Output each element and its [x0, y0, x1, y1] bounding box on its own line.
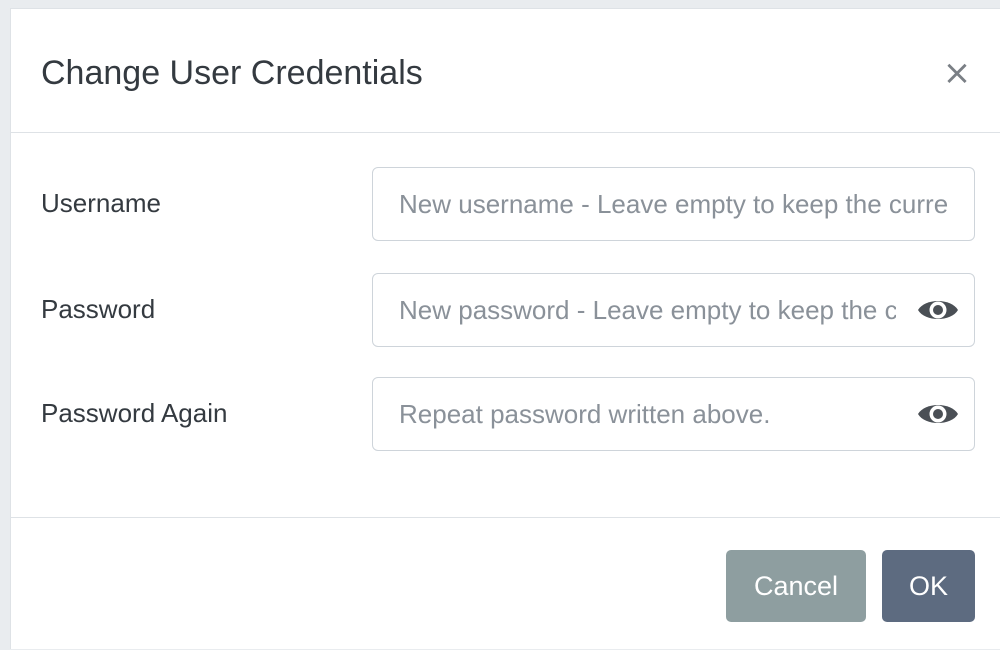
password-input[interactable] [373, 274, 974, 346]
password-again-label: Password Again [41, 398, 228, 428]
close-button[interactable]: × [942, 53, 972, 93]
dialog-footer: Cancel OK [11, 517, 1000, 650]
dialog-header: Change User Credentials × [11, 9, 1000, 133]
password-label: Password [41, 294, 156, 324]
username-label: Username [41, 188, 161, 218]
password-input-wrapper [372, 273, 975, 347]
password-again-row: Password Again [11, 377, 1000, 451]
password-again-input[interactable] [373, 378, 974, 450]
username-row: Username [11, 167, 1000, 241]
ok-button[interactable]: OK [882, 550, 975, 622]
show-password-again-toggle[interactable] [916, 396, 960, 432]
dialog-body: Username Password Password Again [11, 133, 1000, 517]
password-again-input-wrapper [372, 377, 975, 451]
username-input[interactable] [373, 168, 974, 240]
eye-icon [918, 301, 958, 319]
cancel-button[interactable]: Cancel [726, 550, 866, 622]
eye-icon [918, 405, 958, 423]
change-credentials-dialog: Change User Credentials × Username Passw… [10, 8, 1000, 649]
show-password-toggle[interactable] [916, 292, 960, 328]
dialog-title: Change User Credentials [41, 54, 423, 92]
username-input-wrapper [372, 167, 975, 241]
password-row: Password [11, 273, 1000, 347]
